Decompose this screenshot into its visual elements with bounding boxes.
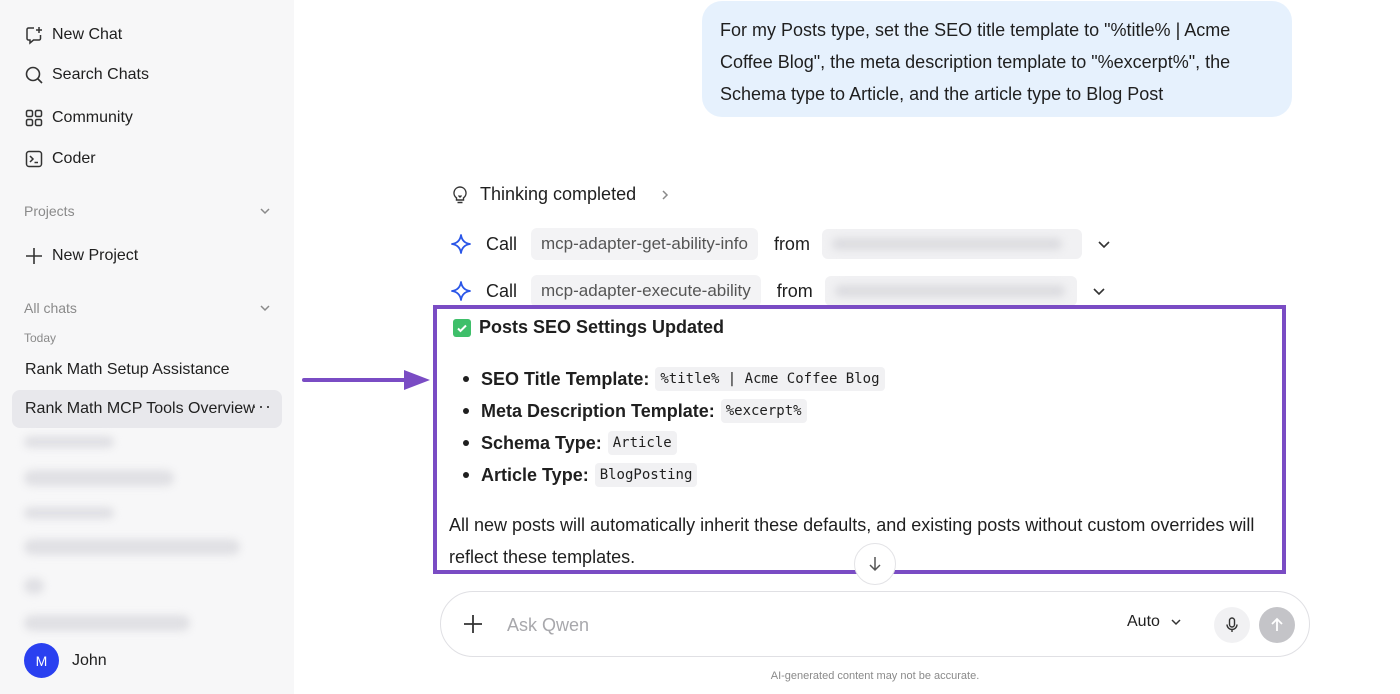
blurred-label (24, 436, 114, 448)
ask-input[interactable] (507, 610, 1067, 640)
search-icon (25, 66, 43, 84)
list-item: Schema Type: Article (463, 427, 885, 459)
send-button[interactable] (1259, 607, 1295, 643)
tool-call-row: Call mcp-adapter-get-ability-info from (450, 224, 1112, 264)
setting-value: %excerpt% (720, 399, 807, 423)
call-label: Call (486, 233, 518, 254)
from-label: from (773, 233, 810, 254)
community-label: Community (52, 109, 133, 126)
answer-title: Posts SEO Settings Updated (453, 317, 724, 338)
blurred-chat-item[interactable] (24, 578, 44, 594)
chevron-down-icon (260, 208, 270, 215)
from-label: from (776, 280, 813, 301)
avatar: M (24, 643, 59, 678)
today-label: Today (24, 331, 57, 345)
chevron-down-icon (1171, 619, 1181, 626)
tool-name-chip: mcp-adapter-execute-ability (531, 275, 761, 307)
chat-item-label: Rank Math Setup Assistance (25, 361, 230, 378)
composer: Auto (440, 591, 1310, 657)
bullet (463, 408, 469, 414)
coder-button[interactable]: Coder (24, 145, 96, 173)
redacted-source (821, 229, 1082, 259)
new-chat-icon (26, 27, 42, 45)
annotation-arrow-icon (302, 370, 430, 390)
user-name: John (72, 651, 107, 669)
all-chats-section-header[interactable]: All chats (24, 300, 272, 316)
bullet (463, 472, 469, 478)
sparkle-icon (451, 234, 471, 254)
list-item: Article Type: BlogPosting (463, 459, 885, 491)
terminal-icon (25, 150, 43, 168)
tool-name-chip: mcp-adapter-get-ability-info (531, 228, 758, 260)
blurred-chat-item[interactable] (24, 615, 190, 631)
setting-key: Schema Type: (481, 432, 602, 453)
grid-icon (25, 109, 43, 127)
chat-item-active[interactable]: Rank Math MCP Tools Overview ··· (12, 390, 282, 428)
setting-value: BlogPosting (594, 463, 698, 487)
chat-item[interactable]: Rank Math Setup Assistance (12, 351, 282, 389)
projects-section-header[interactable]: Projects (24, 203, 272, 219)
list-item: SEO Title Template: %title% | Acme Coffe… (463, 363, 885, 395)
sparkle-icon (451, 281, 471, 301)
microphone-button[interactable] (1214, 607, 1250, 643)
mode-value: Auto (1127, 613, 1160, 630)
settings-list: SEO Title Template: %title% | Acme Coffe… (463, 363, 885, 491)
setting-key: SEO Title Template: (481, 368, 650, 389)
chevron-down-icon (260, 305, 270, 312)
sidebar: New Chat Search Chats Community Coder Pr… (0, 0, 294, 694)
search-chats-label: Search Chats (52, 66, 149, 83)
blurred-chat-item[interactable] (24, 539, 240, 555)
arrow-up-icon (1271, 617, 1283, 631)
setting-value: %title% | Acme Coffee Blog (655, 367, 885, 391)
new-project-button[interactable]: New Project (24, 242, 138, 270)
check-mark-icon (453, 318, 471, 337)
assistant-answer-highlight: Posts SEO Settings Updated SEO Title Tem… (433, 305, 1286, 574)
coder-label: Coder (52, 150, 96, 167)
disclaimer: AI-generated content may not be accurate… (770, 670, 980, 682)
more-options-icon[interactable]: ··· (251, 396, 272, 417)
blurred-chat-item[interactable] (24, 470, 174, 486)
chat-item-label: Rank Math MCP Tools Overview (25, 400, 255, 417)
call-label: Call (486, 280, 518, 301)
user-message-bubble: For my Posts type, set the SEO title tem… (702, 1, 1292, 117)
setting-key: Article Type: (481, 464, 589, 485)
blurred-label (24, 507, 114, 519)
lightbulb-icon (453, 185, 467, 203)
new-project-label: New Project (52, 247, 139, 264)
scroll-to-bottom-button[interactable] (854, 543, 896, 585)
new-chat-button[interactable]: New Chat (24, 21, 122, 49)
setting-value: Article (607, 431, 677, 455)
chevron-right-icon (662, 189, 669, 200)
new-chat-label: New Chat (52, 26, 123, 43)
thinking-toggle[interactable]: Thinking completed (450, 184, 672, 205)
attach-plus-icon[interactable] (461, 612, 485, 636)
plus-icon (26, 248, 42, 264)
microphone-icon (1226, 617, 1238, 632)
chevron-down-icon[interactable] (1091, 283, 1107, 299)
projects-label: Projects (24, 203, 75, 219)
mode-select[interactable]: Auto (1127, 613, 1182, 631)
community-button[interactable]: Community (24, 104, 133, 132)
thinking-label: Thinking completed (480, 184, 637, 204)
redacted-source (824, 276, 1077, 306)
list-item: Meta Description Template: %excerpt% (463, 395, 885, 427)
arrow-down-icon (869, 557, 881, 572)
search-chats-button[interactable]: Search Chats (24, 61, 149, 89)
setting-key: Meta Description Template: (481, 400, 715, 421)
bullet (463, 440, 469, 446)
all-chats-label: All chats (24, 300, 77, 316)
chevron-down-icon[interactable] (1096, 236, 1112, 252)
answer-title-text: Posts SEO Settings Updated (479, 317, 725, 337)
user-profile[interactable]: M John (24, 643, 107, 678)
bullet (463, 376, 469, 382)
